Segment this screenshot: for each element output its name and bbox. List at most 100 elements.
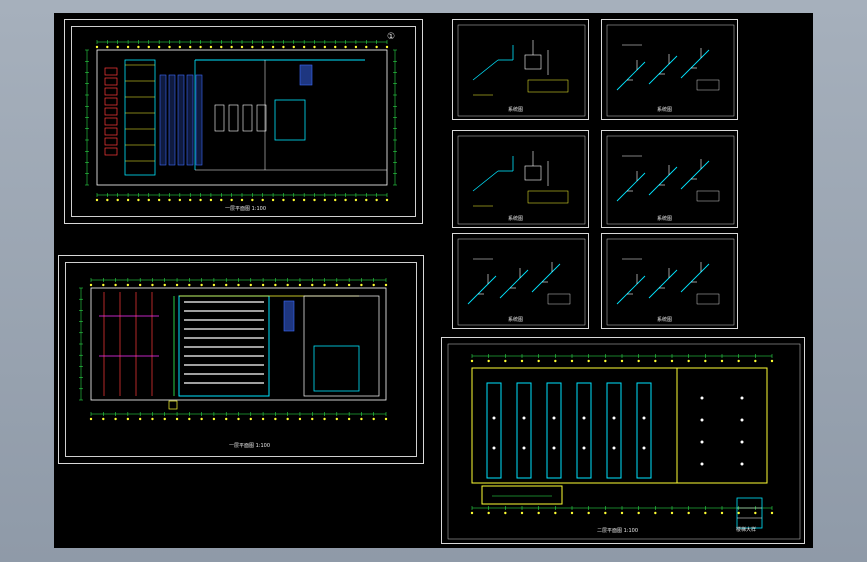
grid-bubble — [302, 45, 306, 49]
drawing-sheet-isometric-5[interactable]: 系统图 — [452, 233, 589, 329]
grid-bubble — [251, 198, 254, 202]
fixture — [522, 446, 526, 450]
grid-bubble — [249, 417, 252, 421]
drawing-sheet-floor-plan-3[interactable]: 二层平面图 1:100 楼梯大样 — [441, 337, 805, 544]
grid-bubble — [470, 359, 474, 363]
grid-bubble — [230, 198, 233, 202]
drawing-sheet-isometric-2[interactable]: 系统图 — [601, 19, 738, 120]
production-line — [486, 382, 502, 479]
grid-bubble — [334, 198, 337, 202]
sheet-caption: 系统图 — [508, 107, 524, 113]
iso-pipe — [472, 170, 499, 192]
sheet-inner-border — [606, 238, 735, 326]
grid-bubble — [654, 359, 657, 363]
fixture — [740, 396, 744, 400]
fixture — [552, 446, 556, 450]
note-box — [696, 293, 720, 305]
grid-bubble — [737, 359, 740, 363]
grid-bubble — [151, 417, 154, 421]
grid-bubble — [240, 198, 244, 202]
grid-bubble — [163, 283, 166, 287]
grid-bubble — [114, 283, 117, 287]
grid-bubble — [504, 359, 507, 363]
corridor — [481, 485, 563, 505]
equipment-block — [104, 97, 118, 106]
grid-bubble — [189, 45, 192, 49]
grid-bubble — [106, 198, 109, 202]
grid-bubble — [168, 45, 171, 49]
equipment-block — [104, 127, 118, 136]
grid-bubble — [687, 359, 690, 363]
production-line — [546, 382, 562, 479]
grid-bubble — [251, 45, 254, 49]
grid-bubble — [323, 198, 327, 202]
grid-bubble — [126, 198, 130, 202]
grid-bubble — [261, 283, 265, 287]
cad-model-space[interactable]: 一层平面图 1:100 ① 一层平面图 1:100 系统图 系统图 系统图 系统… — [54, 13, 813, 548]
equipment-block — [104, 77, 118, 86]
grid-bubble — [178, 198, 182, 202]
drawing-sheet-isometric-6[interactable]: 系统图 — [601, 233, 738, 329]
grid-bubble — [323, 417, 326, 421]
grid-bubble — [237, 417, 240, 421]
sheet-inner-border — [457, 135, 586, 225]
grid-bubble — [384, 417, 388, 421]
grid-bubble — [670, 511, 674, 515]
grid-bubble — [335, 417, 339, 421]
grid-bubble — [344, 198, 347, 202]
equipment-block — [104, 107, 118, 116]
grid-bubble — [168, 198, 171, 202]
grid-bubble — [354, 45, 358, 49]
grid-bubble — [261, 198, 264, 202]
fixture — [492, 416, 496, 420]
grid-bubble — [274, 417, 277, 421]
fixture — [740, 418, 744, 422]
sheet-caption: 一层平面图 1:100 — [225, 206, 266, 212]
drawing-sheet-floor-plan-2[interactable]: 一层平面图 1:100 — [58, 255, 424, 464]
grid-bubble — [313, 198, 316, 202]
drawing-sheet-isometric-4[interactable]: 系统图 — [601, 130, 738, 228]
equipment-block — [104, 147, 118, 156]
grid-bubble — [147, 198, 150, 202]
fixture — [522, 416, 526, 420]
pump-tank — [524, 54, 542, 70]
drawing-sheet-floor-plan-1[interactable]: 一层平面图 1:100 ① — [64, 19, 423, 224]
fixture — [582, 416, 586, 420]
fixture — [700, 462, 704, 466]
sheet-caption: 系统图 — [657, 317, 673, 323]
grid-bubble — [537, 359, 540, 363]
floor-plan-1-drawing — [85, 40, 397, 202]
grid-bubble — [754, 359, 757, 363]
iso-pipe — [648, 166, 678, 196]
drawing-sheet-isometric-3[interactable]: 系统图 — [452, 130, 589, 228]
view-symbol: ① — [387, 32, 396, 42]
grid-bubble — [286, 417, 289, 421]
pump-room — [274, 99, 306, 141]
storage-tank — [299, 64, 313, 86]
drawing-sheet-isometric-1[interactable]: 系统图 — [452, 19, 589, 120]
machine — [214, 104, 225, 132]
fixture — [582, 446, 586, 450]
iso-pipe — [648, 269, 678, 299]
grid-bubble — [116, 198, 119, 202]
stair-detail — [736, 497, 763, 529]
process-zone — [124, 59, 156, 176]
grid-bubble — [720, 359, 724, 363]
tank — [283, 300, 295, 332]
fixture — [552, 416, 556, 420]
grid-bubble — [106, 45, 109, 49]
grid-bubble — [116, 45, 119, 49]
grid-bubble — [570, 511, 574, 515]
grid-bubble — [704, 359, 707, 363]
sheet-caption: 二层平面图 1:100 — [597, 528, 638, 534]
grid-bubble — [347, 417, 351, 421]
equipment-area — [313, 345, 360, 392]
grid-bubble — [261, 45, 264, 49]
grid-bubble — [200, 283, 203, 287]
grid-bubble — [282, 198, 285, 202]
grid-bubble — [302, 198, 306, 202]
grid-bubble — [163, 417, 166, 421]
grid-bubble — [89, 417, 93, 421]
tank — [186, 74, 194, 166]
note-box — [696, 190, 720, 202]
